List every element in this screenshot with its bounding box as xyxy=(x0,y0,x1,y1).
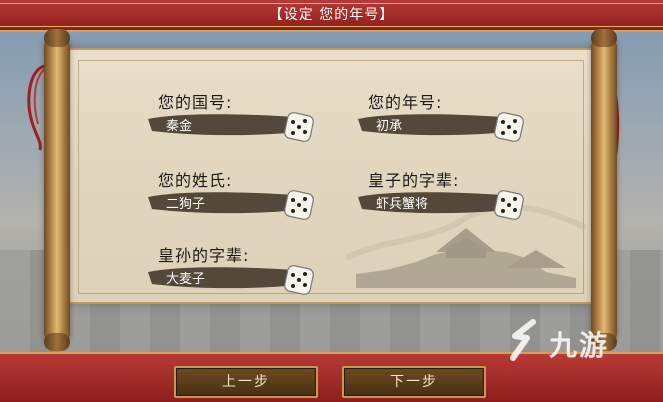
roller-cap-bottom xyxy=(44,333,70,351)
watermark-text: 九游 xyxy=(549,329,610,362)
era-name-label: 您的年号: xyxy=(368,93,443,112)
random-dice-button[interactable] xyxy=(282,110,316,144)
scroll-roller-left xyxy=(44,29,70,351)
field-country-name: 您的国号: 秦金 xyxy=(148,87,316,147)
field-era-name: 您的年号: 初承 xyxy=(358,87,526,147)
page-title: 【设定 您的年号】 xyxy=(268,7,395,23)
field-surname: 您的姓氏: 二狗子 xyxy=(148,165,316,225)
country-name-value[interactable]: 秦金 xyxy=(166,115,192,134)
random-dice-button[interactable] xyxy=(282,188,316,222)
grandson-generation-value[interactable]: 大麦子 xyxy=(166,268,205,287)
field-grandson-generation: 皇孙的字辈: 大麦子 xyxy=(148,240,316,300)
random-dice-button[interactable] xyxy=(492,188,526,222)
scroll-roller-right xyxy=(591,29,617,351)
grandson-generation-label: 皇孙的字辈: xyxy=(158,246,250,265)
watermark: 九游 xyxy=(505,318,645,368)
roller-cap-top xyxy=(591,29,617,47)
surname-value[interactable]: 二狗子 xyxy=(166,193,205,212)
prince-generation-label: 皇子的字辈: xyxy=(368,171,460,190)
random-dice-button[interactable] xyxy=(282,263,316,297)
surname-label: 您的姓氏: xyxy=(158,171,233,190)
prince-generation-value[interactable]: 虾兵蟹将 xyxy=(376,193,428,212)
nine-game-logo-icon xyxy=(510,319,536,361)
country-name-label: 您的国号: xyxy=(158,93,233,112)
era-name-value[interactable]: 初承 xyxy=(376,115,402,134)
next-step-button[interactable]: 下一步 xyxy=(342,366,486,398)
random-dice-button[interactable] xyxy=(492,110,526,144)
field-prince-generation: 皇子的字辈: 虾兵蟹将 xyxy=(358,165,526,225)
roller-cap-top xyxy=(44,29,70,47)
previous-step-button[interactable]: 上一步 xyxy=(174,366,318,398)
